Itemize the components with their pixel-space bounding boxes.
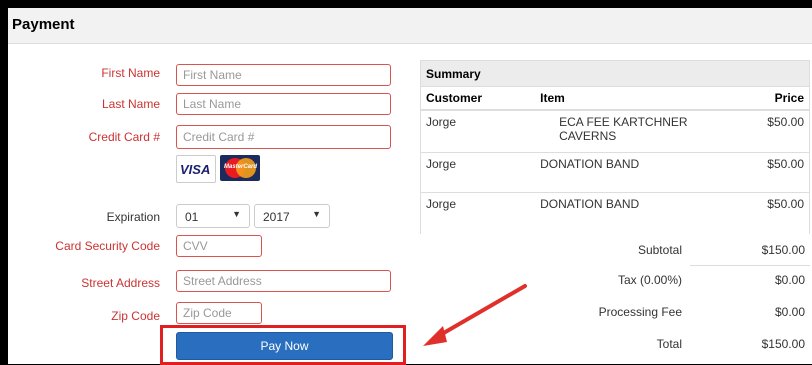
first-name-label: First Name xyxy=(101,66,160,80)
payment-page: Payment First Name Last Name Credit Card… xyxy=(8,8,812,365)
expiration-year-select[interactable]: 2017 ▼ xyxy=(254,204,330,228)
tax-row: Tax (0.00%) $0.00 xyxy=(617,273,805,287)
table-row: Jorge DONATION BAND $50.00 xyxy=(420,191,810,234)
column-header-item: Item xyxy=(535,87,751,111)
zip-code-input[interactable] xyxy=(176,302,262,324)
page-title: Payment xyxy=(12,16,75,33)
credit-card-label: Credit Card # xyxy=(88,130,160,144)
cvv-label-wrap: Card Security Code xyxy=(8,236,168,256)
column-header-customer: Customer xyxy=(420,87,536,111)
summary-header: Summary xyxy=(420,60,810,87)
credit-card-input[interactable] xyxy=(176,125,391,149)
credit-card-label-wrap: Credit Card # xyxy=(8,127,168,147)
cvv-input[interactable] xyxy=(176,235,262,257)
zip-label-wrap: Zip Code xyxy=(8,306,168,326)
page-header: Payment xyxy=(8,8,812,44)
total-row: Total $150.00 xyxy=(656,337,805,351)
street-address-label: Street Address xyxy=(81,276,160,290)
zip-code-label: Zip Code xyxy=(111,309,160,323)
last-name-label: Last Name xyxy=(101,97,160,111)
street-address-input[interactable] xyxy=(176,270,391,292)
expiration-month-select[interactable]: 01 ▼ xyxy=(176,204,250,228)
expiration-label-wrap: Expiration xyxy=(8,207,168,227)
mastercard-logo: MasterCard xyxy=(220,155,260,181)
street-label-wrap: Street Address xyxy=(8,273,168,293)
last-name-input[interactable] xyxy=(176,93,391,115)
accepted-cards: VISA MasterCard xyxy=(176,155,260,187)
chevron-down-icon: ▼ xyxy=(232,209,241,219)
chevron-down-icon: ▼ xyxy=(312,209,321,219)
cvv-label: Card Security Code xyxy=(55,239,160,253)
pay-now-button[interactable]: Pay Now xyxy=(176,332,393,360)
table-row: Jorge ECA FEE KARTCHNER CAVERNS $50.00 xyxy=(420,109,810,152)
last-name-label-wrap: Last Name xyxy=(8,94,168,114)
first-name-label-wrap: First Name xyxy=(8,63,168,83)
expiration-label: Expiration xyxy=(106,210,160,224)
visa-logo: VISA xyxy=(176,155,216,183)
order-summary: Summary Customer Item Price Jorge ECA FE… xyxy=(420,60,810,234)
summary-table: Customer Item Price Jorge ECA FEE KARTCH… xyxy=(420,87,810,234)
processing-fee-row: Processing Fee $0.00 xyxy=(598,305,805,319)
table-row: Jorge DONATION BAND $50.00 xyxy=(420,151,810,192)
subtotal-row: Subtotal $150.00 xyxy=(637,243,805,257)
first-name-input[interactable] xyxy=(176,64,391,86)
column-header-price: Price xyxy=(750,87,810,111)
